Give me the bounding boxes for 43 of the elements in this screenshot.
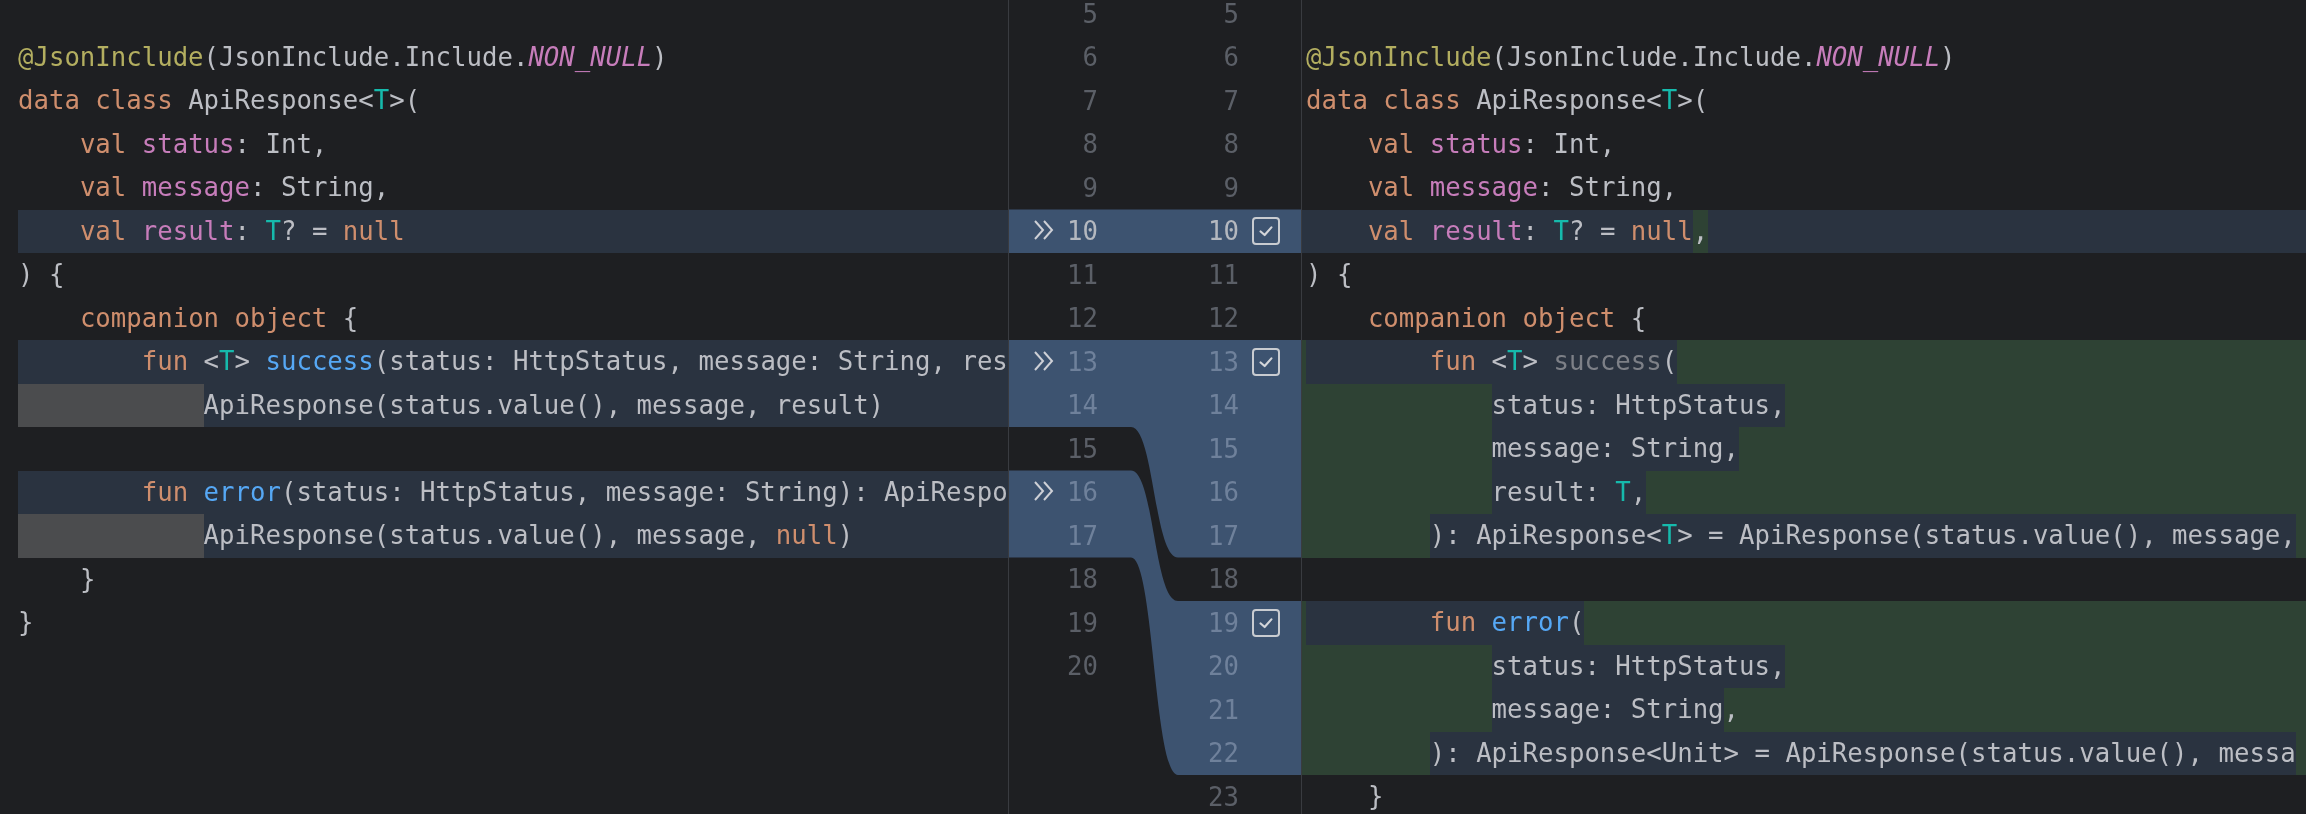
line-number: 6 <box>1222 42 1239 73</box>
line-number: 9 <box>1081 172 1098 203</box>
code-line: ) { <box>1305 258 1354 291</box>
double-chevron-icon[interactable] <box>1033 349 1055 372</box>
code-line: companion object { <box>1366 301 1648 335</box>
line-number: 19 <box>1066 607 1098 638</box>
code-line: } <box>18 606 35 639</box>
code-line: val status: Int, <box>78 127 329 161</box>
line-number: 18 <box>1207 564 1239 595</box>
line-number: 12 <box>1207 303 1239 334</box>
code-line: data class ApiResponse<T>( <box>1305 84 1710 117</box>
code-line: @JsonInclude(JsonInclude.Include.NON_NULL) <box>1305 40 1957 74</box>
line-number: 10 <box>1207 216 1239 247</box>
line-number: 5 <box>1081 0 1098 29</box>
checkbox[interactable] <box>1252 608 1280 637</box>
code-line: val message: String, <box>78 171 391 204</box>
line-number: 23 <box>1207 781 1239 812</box>
code-line: ) { <box>18 258 66 291</box>
code-line: @JsonInclude(JsonInclude.Include.NON_NULL) <box>18 40 669 74</box>
double-chevron-icon[interactable] <box>1033 219 1055 242</box>
line-number: 11 <box>1066 259 1098 290</box>
line-number: 10 <box>1066 216 1098 247</box>
line-number: 7 <box>1222 85 1239 116</box>
line-number: 11 <box>1207 259 1239 290</box>
line-number: 18 <box>1066 564 1098 595</box>
line-number: 12 <box>1066 303 1098 334</box>
code-line: companion object { <box>78 301 360 335</box>
line-number: 8 <box>1081 129 1098 160</box>
code-line: val message: String, <box>1366 171 1679 204</box>
line-number: 15 <box>1066 433 1098 464</box>
line-number: 7 <box>1081 85 1098 116</box>
line-number: 9 <box>1222 172 1239 203</box>
line-number: 8 <box>1222 129 1239 160</box>
line-number: 6 <box>1081 42 1098 73</box>
double-chevron-icon[interactable] <box>1033 480 1055 503</box>
line-number: 5 <box>1222 0 1239 29</box>
code-line: } <box>78 562 97 596</box>
code-line: } <box>1366 780 1385 813</box>
line-number: 20 <box>1066 651 1098 682</box>
code-line: val status: Int, <box>1366 127 1617 161</box>
code-line: data class ApiResponse<T>( <box>18 84 422 117</box>
checkbox[interactable] <box>1252 347 1280 376</box>
checkbox[interactable] <box>1252 217 1280 246</box>
